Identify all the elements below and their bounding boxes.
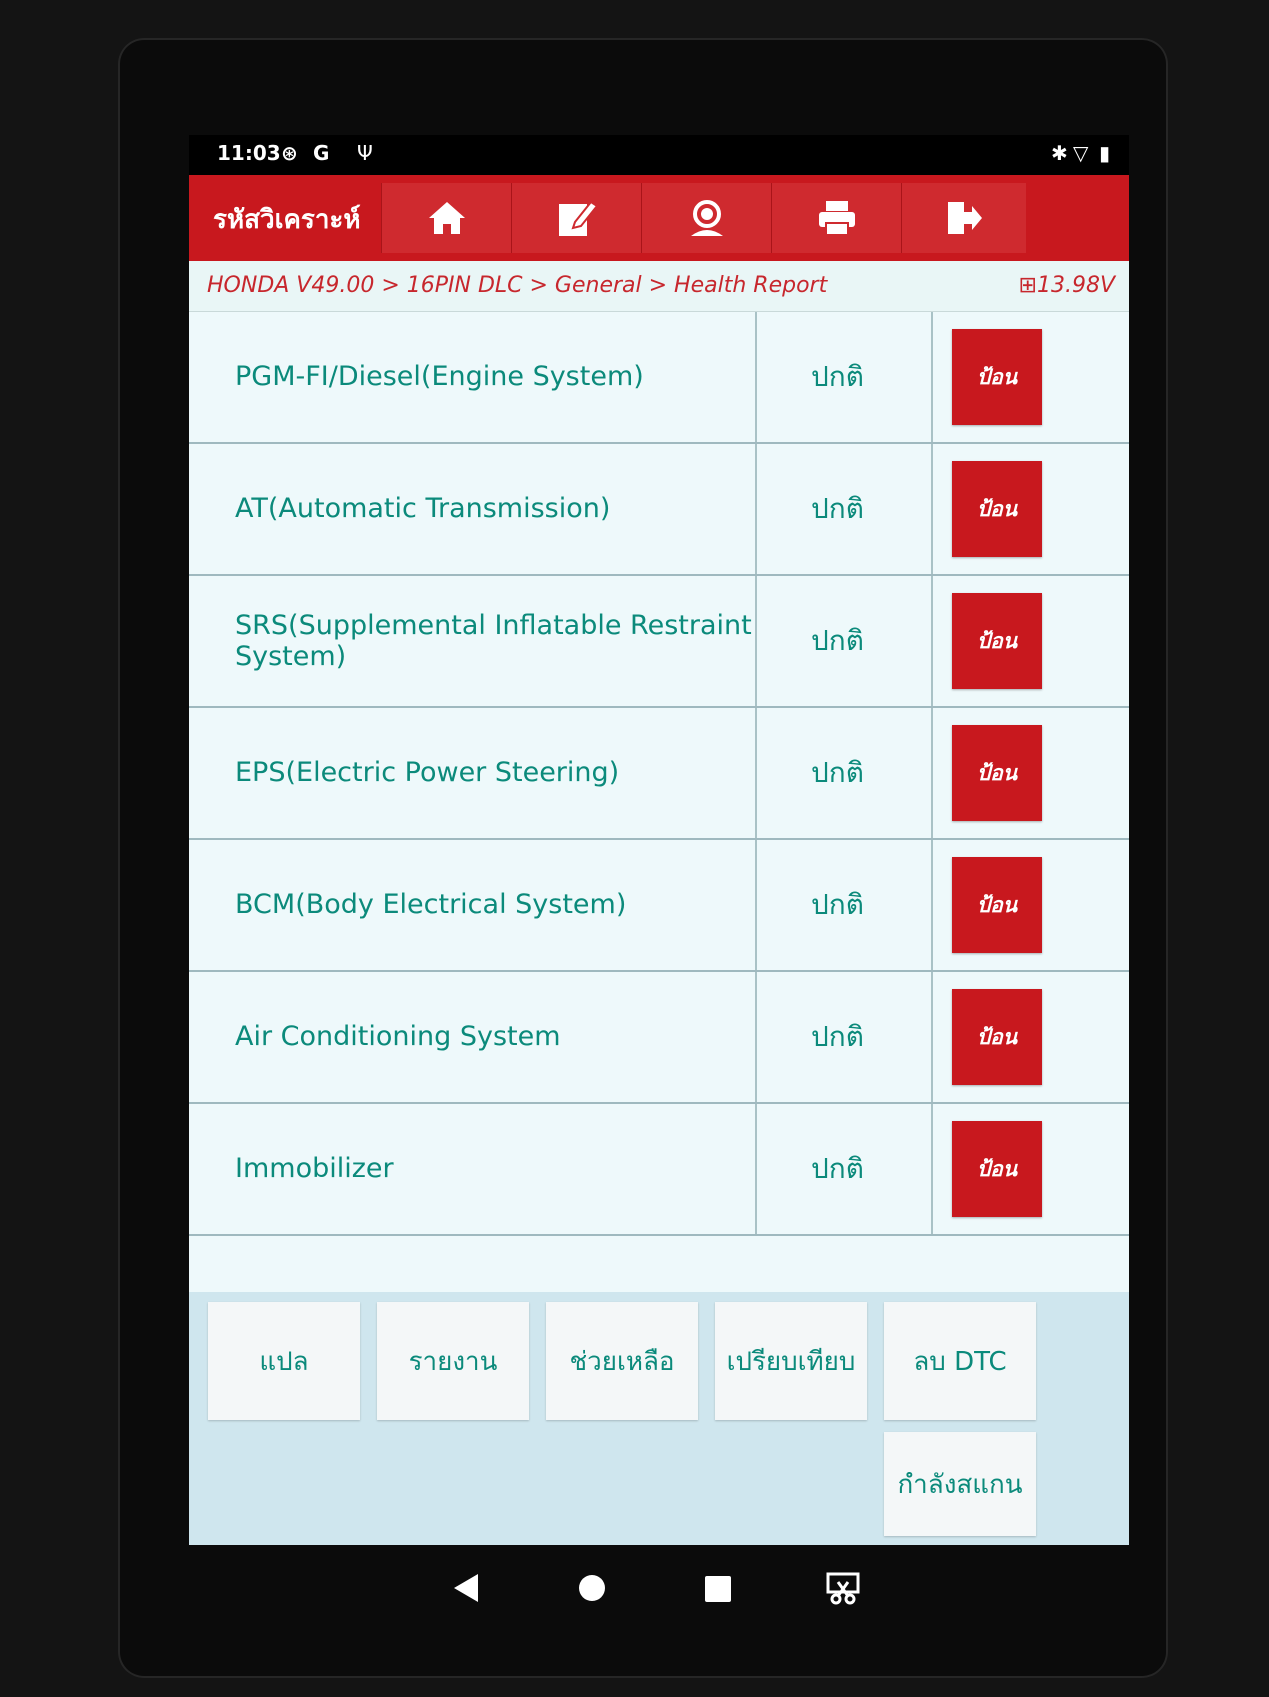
system-name: Air Conditioning System (235, 1021, 561, 1053)
system-name-cell: SRS(Supplemental Inflatable Restraint Sy… (235, 576, 757, 706)
system-list[interactable]: PGM-FI/Diesel(Engine System) ปกติ ป้อน A… (189, 312, 1129, 1292)
voltage-value: 13.98V (1036, 273, 1115, 298)
report-button[interactable]: รายงาน (377, 1302, 529, 1420)
system-name-cell: AT(Automatic Transmission) (235, 444, 757, 574)
wifi-icon: ▽ (1073, 141, 1089, 165)
system-name: AT(Automatic Transmission) (235, 493, 611, 525)
exit-button[interactable] (901, 183, 1026, 253)
system-name-cell: PGM-FI/Diesel(Engine System) (235, 312, 757, 442)
compare-button[interactable]: เปรียบเทียบ (715, 1302, 867, 1420)
system-status: ปกติ (811, 444, 933, 574)
support-button[interactable] (641, 183, 772, 253)
exit-icon (948, 202, 982, 234)
print-icon (819, 201, 855, 236)
enter-button[interactable]: ป้อน (952, 461, 1042, 557)
system-name: EPS(Electric Power Steering) (235, 757, 620, 789)
battery-icon: ▮ (1099, 141, 1111, 165)
system-status: ปกติ (811, 840, 933, 970)
edit-icon (559, 200, 599, 236)
home-icon (429, 202, 465, 234)
car-battery-icon: ⊞ (1018, 273, 1037, 298)
enter-button[interactable]: ป้อน (952, 1121, 1042, 1217)
battery-voltage: ⊞13.98V (1019, 273, 1115, 298)
bluetooth-icon: ✱ (1051, 141, 1068, 165)
enter-button[interactable]: ป้อน (952, 989, 1042, 1085)
system-name: Immobilizer (235, 1153, 394, 1185)
enter-button[interactable]: ป้อน (952, 857, 1042, 953)
enter-button[interactable]: ป้อน (952, 593, 1042, 689)
edit-button[interactable] (511, 183, 642, 253)
back-button[interactable] (452, 1572, 480, 1608)
recents-icon (705, 1576, 731, 1602)
system-name-cell: BCM(Body Electrical System) (235, 840, 757, 970)
system-name: PGM-FI/Diesel(Engine System) (235, 361, 644, 393)
status-bar: 11:03 ⊛ G Ψ ✱ ▽ ▮ (189, 135, 1129, 175)
status-time: 11:03 (217, 141, 281, 165)
breadcrumb: HONDA V49.00 > 16PIN DLC > General > Hea… (189, 261, 1129, 312)
scanning-button[interactable]: กำลังสแกน (884, 1432, 1036, 1536)
system-status: ปกติ (811, 1104, 933, 1234)
system-row: Air Conditioning System ปกติ ป้อน (189, 972, 1129, 1104)
app-bar: รหัสวิเคราะห์ (189, 175, 1129, 261)
system-name: BCM(Body Electrical System) (235, 889, 627, 921)
system-status: ปกติ (811, 312, 933, 442)
system-status: ปกติ (811, 576, 933, 706)
system-name-cell: EPS(Electric Power Steering) (235, 708, 757, 838)
clear-dtc-button[interactable]: ลบ DTC (884, 1302, 1036, 1420)
device-screen: 11:03 ⊛ G Ψ ✱ ▽ ▮ รหัสวิเคราะห์ HONDA V4… (189, 135, 1129, 1545)
system-row: Immobilizer ปกติ ป้อน (189, 1104, 1129, 1236)
screenshot-icon (826, 1572, 860, 1605)
breadcrumb-path: HONDA V49.00 > 16PIN DLC > General > Hea… (207, 273, 828, 298)
home-nav-button[interactable] (578, 1574, 606, 1606)
enter-button[interactable]: ป้อน (952, 725, 1042, 821)
system-row: PGM-FI/Diesel(Engine System) ปกติ ป้อน (189, 312, 1129, 444)
system-name-cell: Air Conditioning System (235, 972, 757, 1102)
activity-icon: ⊛ (281, 141, 298, 165)
recents-button[interactable] (705, 1576, 731, 1606)
screenshot-button[interactable] (826, 1572, 860, 1610)
app-title: รหัสวิเคราะห์ (213, 205, 361, 235)
system-row: AT(Automatic Transmission) ปกติ ป้อน (189, 444, 1129, 576)
system-row: SRS(Supplemental Inflatable Restraint Sy… (189, 576, 1129, 708)
translate-button[interactable]: แปล (208, 1302, 360, 1420)
usb-icon: Ψ (357, 141, 373, 165)
home-button[interactable] (381, 183, 512, 253)
help-button[interactable]: ช่วยเหลือ (546, 1302, 698, 1420)
back-icon (454, 1574, 478, 1602)
system-name: SRS(Supplemental Inflatable Restraint Sy… (235, 609, 752, 672)
google-icon: G (313, 141, 330, 165)
print-button[interactable] (771, 183, 902, 253)
home-circle-icon (579, 1575, 605, 1601)
system-row: EPS(Electric Power Steering) ปกติ ป้อน (189, 708, 1129, 840)
system-status: ปกติ (811, 972, 933, 1102)
enter-button[interactable]: ป้อน (952, 329, 1042, 425)
system-status: ปกติ (811, 708, 933, 838)
support-icon (691, 200, 723, 236)
action-bar: แปล รายงาน ช่วยเหลือ เปรียบเทียบ ลบ DTC … (189, 1292, 1129, 1545)
system-name-cell: Immobilizer (235, 1104, 757, 1234)
system-row: BCM(Body Electrical System) ปกติ ป้อน (189, 840, 1129, 972)
